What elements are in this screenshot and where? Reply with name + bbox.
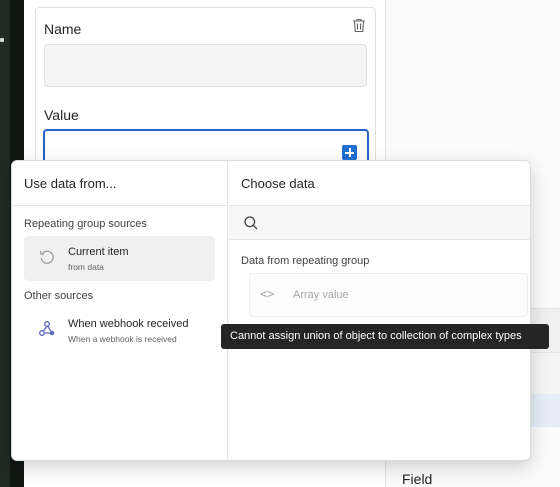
trash-icon[interactable]: [352, 18, 366, 33]
code-brackets-icon: <>: [260, 287, 275, 301]
right-panel-selected-row[interactable]: [531, 394, 560, 427]
data-pane-header: Choose data: [229, 161, 530, 206]
group-label: Data from repeating group: [241, 255, 370, 267]
current-item-subtitle: from data: [68, 262, 104, 272]
webhook-title: When webhook received: [68, 318, 189, 330]
data-pane-title: Choose data: [241, 176, 315, 191]
field-label: Field: [402, 471, 433, 487]
array-value-item[interactable]: <> Array value: [249, 273, 528, 317]
name-label: Name: [44, 21, 82, 37]
search-icon: [244, 216, 258, 230]
source-pane: Use data from... Repeating group sources…: [12, 161, 228, 460]
name-input[interactable]: [44, 44, 367, 87]
other-sources-label: Other sources: [24, 290, 94, 302]
data-pane: Choose data Data from repeating group <>…: [229, 161, 530, 460]
source-current-item[interactable]: Current item from data: [24, 236, 215, 281]
webhook-icon: [39, 321, 55, 336]
source-webhook[interactable]: When webhook received When a webhook is …: [24, 308, 215, 353]
repeating-section-label: Repeating group sources: [24, 218, 147, 230]
data-picker-popup: Use data from... Repeating group sources…: [11, 160, 531, 461]
value-label: Value: [44, 107, 79, 123]
current-item-title: Current item: [68, 246, 129, 258]
rail-indicator: [0, 38, 4, 42]
tooltip: Cannot assign union of object to collect…: [221, 324, 549, 349]
webhook-subtitle: When a webhook is received: [68, 334, 177, 344]
source-pane-title: Use data from...: [24, 176, 117, 191]
plus-icon[interactable]: [342, 145, 357, 160]
refresh-icon: [40, 250, 54, 264]
array-value-label: Array value: [293, 289, 349, 301]
source-pane-header: Use data from...: [12, 161, 227, 206]
search-input[interactable]: [229, 206, 530, 240]
